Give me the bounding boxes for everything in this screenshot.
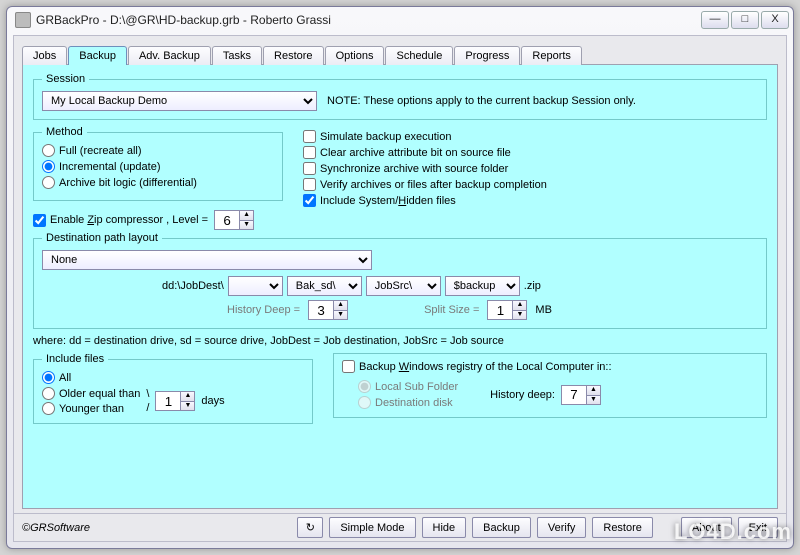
verify-button[interactable]: Verify <box>537 517 587 538</box>
tab-adv-backup[interactable]: Adv. Backup <box>128 46 211 65</box>
tab-options[interactable]: Options <box>325 46 385 65</box>
spin-down-icon[interactable]: ▼ <box>239 220 253 229</box>
spin-up-icon[interactable]: ▲ <box>239 211 253 220</box>
footer-brand: ©GRSoftware <box>22 522 291 534</box>
flag-verify[interactable]: Verify archives or files after backup co… <box>303 178 547 191</box>
split-size-label: Split Size = <box>424 304 479 316</box>
tab-backup[interactable]: Backup <box>68 46 127 65</box>
include-days-spin[interactable]: ▲▼ <box>155 391 195 411</box>
flag-sync[interactable]: Synchronize archive with source folder <box>303 162 547 175</box>
backup-button[interactable]: Backup <box>472 517 531 538</box>
method-incremental[interactable]: Incremental (update) <box>42 160 161 173</box>
about-button[interactable]: About <box>681 517 732 538</box>
minimize-button[interactable]: — <box>701 11 729 29</box>
history-deep-label: History Deep = <box>227 304 300 316</box>
client-area: Jobs Backup Adv. Backup Tasks Restore Op… <box>13 35 787 542</box>
dest-seg3-select[interactable]: $backup <box>445 276 520 296</box>
tab-jobs[interactable]: Jobs <box>22 46 67 65</box>
window-buttons: — □ X <box>701 11 789 29</box>
split-size-spin[interactable]: ▲▼ <box>487 300 527 320</box>
tab-panel-backup: Session My Local Backup Demo NOTE: These… <box>22 64 778 509</box>
include-days-unit: days <box>201 395 224 407</box>
footer-refresh-icon[interactable]: ↻ <box>297 517 323 538</box>
tab-tasks[interactable]: Tasks <box>212 46 262 65</box>
method-full[interactable]: Full (recreate all) <box>42 144 142 157</box>
simple-mode-button[interactable]: Simple Mode <box>329 517 415 538</box>
tab-schedule[interactable]: Schedule <box>385 46 453 65</box>
close-button[interactable]: X <box>761 11 789 29</box>
dest-seg0-select[interactable] <box>228 276 283 296</box>
include-younger[interactable]: Younger than <box>42 402 140 415</box>
restore-button[interactable]: Restore <box>592 517 653 538</box>
footer: ©GRSoftware ↻ Simple Mode Hide Backup Ve… <box>14 513 786 541</box>
history-deep-spin[interactable]: ▲▼ <box>308 300 348 320</box>
dest-prefix: dd:\JobDest\ <box>162 280 224 292</box>
dest-group: Destination path layout None dd:\JobDest… <box>33 232 767 329</box>
flag-simulate[interactable]: Simulate backup execution <box>303 130 547 143</box>
registry-group: Backup Windows registry of the Local Com… <box>333 353 767 418</box>
session-group: Session My Local Backup Demo NOTE: These… <box>33 73 767 120</box>
registry-dest[interactable]: Destination disk <box>358 396 458 409</box>
flag-system-hidden[interactable]: Include System/Hidden files <box>303 194 547 207</box>
dest-where-note: where: dd = destination drive, sd = sour… <box>33 335 767 347</box>
dest-seg2-select[interactable]: JobSrc\ <box>366 276 441 296</box>
zip-level-spin[interactable]: ▲▼ <box>214 210 254 230</box>
tabstrip: Jobs Backup Adv. Backup Tasks Restore Op… <box>14 36 786 64</box>
split-unit: MB <box>535 304 552 316</box>
tab-progress[interactable]: Progress <box>454 46 520 65</box>
dest-seg1-select[interactable]: Bak_sd\ <box>287 276 362 296</box>
app-window: GRBackPro - D:\@GR\HD-backup.grb - Rober… <box>6 6 794 549</box>
registry-history-spin[interactable]: ▲▼ <box>561 385 601 405</box>
tab-reports[interactable]: Reports <box>521 46 582 65</box>
zip-level-value[interactable] <box>215 211 239 229</box>
dest-layout-select[interactable]: None <box>42 250 372 270</box>
app-icon <box>15 12 31 28</box>
registry-local[interactable]: Local Sub Folder <box>358 380 458 393</box>
registry-enable[interactable]: Backup Windows registry of the Local Com… <box>342 360 612 373</box>
include-legend: Include files <box>42 353 108 365</box>
include-group: Include files All Older equal than Young… <box>33 353 313 424</box>
titlebar: GRBackPro - D:\@GR\HD-backup.grb - Rober… <box>7 7 793 33</box>
window-title: GRBackPro - D:\@GR\HD-backup.grb - Rober… <box>36 13 701 27</box>
dest-ext: .zip <box>524 280 541 292</box>
include-older[interactable]: Older equal than <box>42 387 140 400</box>
zip-enable[interactable]: Enable Zip compressor , Level = <box>33 214 208 227</box>
session-note: NOTE: These options apply to the current… <box>327 95 636 107</box>
method-group: Method Full (recreate all) Incremental (… <box>33 126 283 201</box>
flag-clear-archive[interactable]: Clear archive attribute bit on source fi… <box>303 146 547 159</box>
registry-history-label: History deep: <box>490 389 555 401</box>
method-legend: Method <box>42 126 87 138</box>
hide-button[interactable]: Hide <box>422 517 467 538</box>
exit-button[interactable]: Exit <box>738 517 778 538</box>
session-select[interactable]: My Local Backup Demo <box>42 91 317 111</box>
zip-row: Enable Zip compressor , Level = ▲▼ <box>33 210 283 230</box>
maximize-button[interactable]: □ <box>731 11 759 29</box>
method-archive[interactable]: Archive bit logic (differential) <box>42 176 197 189</box>
dest-legend: Destination path layout <box>42 232 162 244</box>
include-all[interactable]: All <box>42 371 71 384</box>
tab-restore[interactable]: Restore <box>263 46 324 65</box>
session-legend: Session <box>42 73 89 85</box>
